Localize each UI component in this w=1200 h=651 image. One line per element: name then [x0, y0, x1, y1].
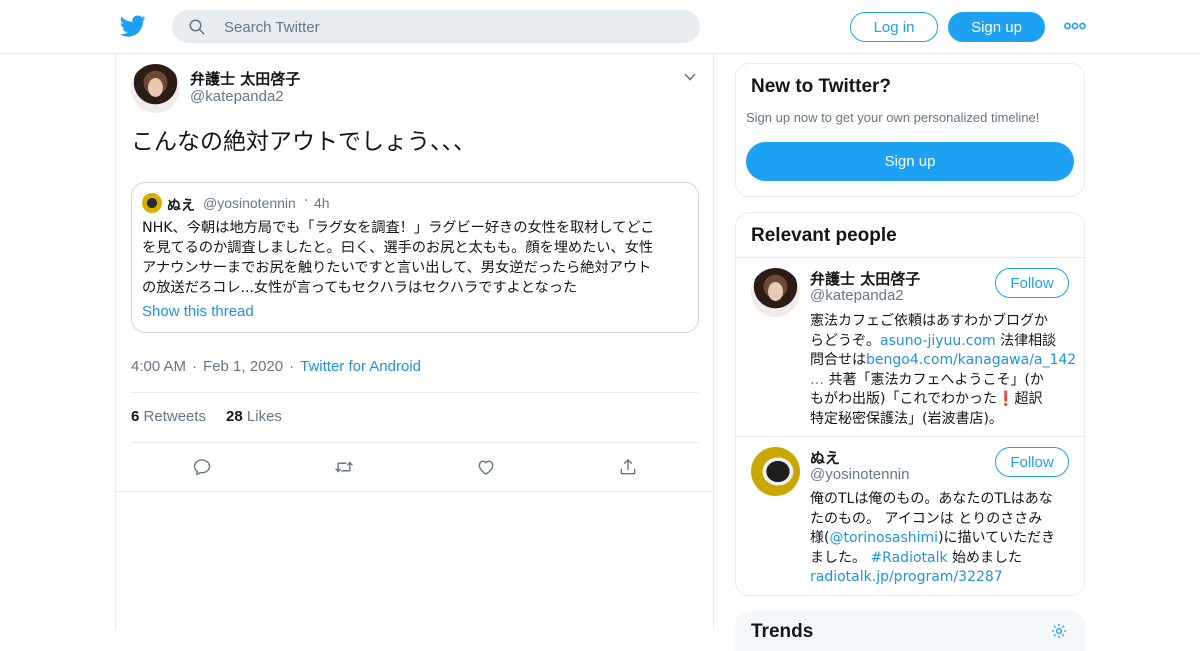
show-thread-link[interactable]: Show this thread [142, 303, 254, 320]
person-avatar[interactable] [751, 268, 800, 317]
bio-link[interactable]: bengo4.com/kanagawa/a_142 [866, 352, 1076, 368]
bio-text: もがわ出版)「これでわかった [810, 391, 998, 407]
bio-text: ました。 [810, 549, 871, 566]
bio-text: 始めました [947, 549, 1023, 566]
bio-mention-link[interactable]: @torinosashimi [829, 530, 938, 546]
bio-line: ました。 #Radiotalk 始めました [810, 549, 1072, 569]
bio-text: 法律相談 [995, 332, 1057, 349]
quoted-text-line: を見てるのか調査しましたと。曰く、選手のお尻と太もも。顔を埋めたい、女性 [142, 240, 654, 256]
likes-count: 28 [226, 408, 243, 425]
login-button[interactable]: Log in [850, 12, 938, 42]
tweet-time[interactable]: 4:00 AM [131, 358, 186, 375]
bio-text: )に描いていただき [938, 530, 1056, 546]
bio-link[interactable]: asuno-jiyuu.com [880, 333, 996, 349]
divider [131, 392, 699, 393]
person-name[interactable]: 弁護士 太田啓子 [810, 268, 920, 289]
search-icon [189, 19, 205, 35]
author-handle[interactable]: @katepanda2 [190, 88, 284, 105]
signup-button[interactable]: Sign up [948, 12, 1045, 42]
tweet-client-link[interactable]: Twitter for Android [300, 358, 421, 375]
bio-text: 問合せは [810, 352, 866, 368]
like-heart-icon[interactable] [476, 457, 496, 477]
search-box[interactable] [172, 10, 700, 45]
author-avatar-face [148, 78, 163, 97]
search-input[interactable] [222, 10, 686, 45]
quoted-author-name: ぬえ [167, 198, 195, 214]
new-to-twitter-title: New to Twitter? [751, 76, 892, 97]
sidebar-signup-button[interactable]: Sign up [746, 142, 1074, 181]
author-name[interactable]: 弁護士 太田啓子 [190, 68, 300, 89]
author-avatar[interactable] [131, 64, 180, 113]
bio-text: 共著「憲法カフェへようこそ」(か [824, 371, 1044, 388]
follow-button[interactable]: Follow [995, 447, 1069, 477]
person-bio: 憲法カフェご依頼はあすわかブログか らどうぞ。asuno-jiyuu.com 法… [810, 312, 1076, 429]
bio-link[interactable]: radiotalk.jp/program/32287 [810, 568, 1072, 588]
gear-icon[interactable] [1050, 622, 1068, 640]
share-icon[interactable] [618, 457, 638, 477]
bio-text: 様( [810, 530, 830, 546]
tweet-text: こんなの絶対アウトでしょう、、、 [131, 129, 476, 155]
bio-hashtag-link[interactable]: #Radiotalk [870, 550, 947, 566]
quoted-text-line: の放送だろコレ...女性が言ってもセクハラはセクハラですよとなった [142, 280, 578, 296]
divider [736, 257, 1084, 258]
divider [736, 436, 1084, 437]
exclamation-emoji: ❗ [997, 391, 1015, 407]
person-handle[interactable]: @katepanda2 [810, 287, 904, 304]
bio-link[interactable]: … [810, 372, 824, 388]
quoted-tweet-text: NHK、今朝は地方局でも「ラグ女を調査！」ラグビー好きの女性を取材してどこ を見… [142, 218, 690, 298]
tweet-date[interactable]: Feb 1, 2020 [203, 358, 283, 375]
person-handle[interactable]: @yosinotennin [810, 466, 909, 483]
bio-text: 超訳 [1014, 391, 1043, 407]
separator-dot: · [289, 358, 295, 375]
bio-line: 憲法カフェご依頼はあすわかブログか [810, 313, 1048, 329]
likes-label: Likes [246, 408, 282, 425]
twitter-bird-icon[interactable] [120, 13, 146, 39]
retweets-label: Retweets [143, 408, 207, 425]
person-avatar[interactable] [751, 447, 800, 496]
separator-dot: · [192, 358, 198, 375]
retweets-stat[interactable]: 6 Retweets [131, 408, 206, 425]
more-dots-icon[interactable] [1064, 18, 1086, 34]
bio-line: たのもの。 アイコンは とりのささみ [810, 510, 1043, 527]
bio-line: 特定秘密保護法」(岩波書店)。 [810, 410, 1003, 427]
bio-text: らどうぞ。 [810, 332, 880, 349]
likes-stat[interactable]: 28 Likes [226, 408, 282, 425]
trends-title: Trends [751, 621, 814, 642]
bio-line: らどうぞ。asuno-jiyuu.com 法律相談 [810, 332, 1072, 352]
new-to-twitter-subtitle: Sign up now to get your own personalized… [746, 110, 1040, 125]
quoted-author-avatar [142, 193, 162, 213]
divider [131, 442, 699, 443]
bio-line: … 共著「憲法カフェへようこそ」(か [810, 371, 1072, 391]
person-avatar-face [768, 282, 783, 301]
separator-dot: · [304, 193, 309, 209]
quoted-text-line: アナウンサーまでお尻を触りたいですと言い出して、男女逆だったら絶対アウト [142, 260, 652, 276]
bio-line: 様(@torinosashimi)に描いていただき [810, 529, 1072, 549]
quoted-tweet-time: 4h [314, 195, 330, 211]
follow-button[interactable]: Follow [995, 268, 1069, 298]
tweet-stats: 6 Retweets 28 Likes [131, 408, 282, 425]
reply-icon[interactable] [192, 457, 212, 477]
retweets-count: 6 [131, 408, 140, 425]
bio-line: 俺のTLは俺のもの。あなたのTLはあな [810, 491, 1053, 507]
bio-line: もがわ出版)「これでわかった❗超訳 [810, 390, 1072, 410]
quoted-author-handle: @yosinotennin [203, 195, 296, 211]
relevant-people-title: Relevant people [751, 225, 897, 246]
retweet-icon[interactable] [333, 457, 355, 477]
person-name[interactable]: ぬえ [810, 447, 840, 468]
tweet-metadata: 4:00 AM · Feb 1, 2020 · Twitter for Android [131, 358, 421, 375]
top-navigation-bar: Log in Sign up [0, 0, 1200, 54]
chevron-down-icon[interactable] [683, 70, 697, 84]
bio-line: 問合せはbengo4.com/kanagawa/a_142 [810, 351, 1076, 371]
quoted-text-line: NHK、今朝は地方局でも「ラグ女を調査！」ラグビー好きの女性を取材してどこ [142, 220, 655, 236]
divider [115, 491, 714, 492]
person-bio: 俺のTLは俺のもの。あなたのTLはあな たのもの。 アイコンは とりのささみ 様… [810, 490, 1072, 588]
